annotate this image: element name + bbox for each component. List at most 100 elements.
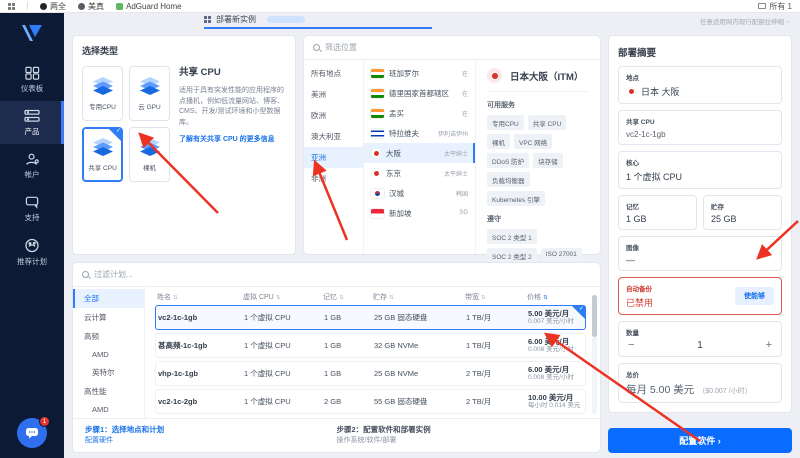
plan-cpu: 1 个虚拟 CPU — [244, 369, 291, 378]
sidebar-item-products[interactable]: 产品 — [0, 101, 64, 144]
city-region-code: 伊利诺伊州 — [437, 131, 468, 138]
configure-software-button[interactable]: 配置软件 › — [608, 428, 792, 453]
quantity-decrease-button[interactable]: − — [628, 340, 634, 351]
choose-type-panel: 选择类型 专用CPU 云 GPU 共享 CPU ✓ 裸机 共享 CPU 适用于具… — [72, 35, 296, 255]
city-item[interactable]: 班加罗尔 在 — [364, 63, 475, 83]
city-item[interactable]: 东京 太平绅士 — [364, 163, 475, 183]
region-item[interactable]: 美洲 — [304, 84, 363, 105]
step-1: 步骤1：选择地点和计划 配置硬件 — [85, 424, 337, 446]
bookmark-item[interactable]: 两全 — [40, 1, 66, 12]
service-tag: 块存储 — [533, 153, 563, 168]
scrollbar-thumb[interactable] — [592, 295, 597, 337]
plan-cpu: 1 个虚拟 CPU — [244, 397, 291, 406]
plan-filter-item[interactable]: 高性能 — [73, 382, 144, 401]
server-stack-icon — [92, 137, 113, 156]
server-stack-icon — [139, 137, 160, 156]
city-name: 班加罗尔 — [389, 68, 419, 78]
plan-row[interactable]: vc2-1c-1gb 1 个虚拟 CPU 1 GB 25 GB 固态硬盘 1 T… — [155, 305, 586, 330]
service-tag: 负载均衡器 — [487, 172, 530, 187]
type-tile-grid: 专用CPU 云 GPU 共享 CPU ✓ 裸机 — [82, 66, 170, 182]
quantity-increase-button[interactable]: + — [766, 340, 772, 351]
summary-image-value: — — [626, 255, 635, 265]
plan-row[interactable]: vhp-1c-1gb 1 个虚拟 CPU 1 GB 25 GB NVMe 2 T… — [155, 361, 586, 386]
region-item[interactable]: 亚洲 — [304, 147, 363, 168]
search-icon — [82, 271, 89, 278]
sidebar-item-label: 帐户 — [24, 170, 40, 179]
plan-search-input[interactable]: 过滤计划... — [73, 263, 600, 287]
header-note: 任意适用网内现行配额拉伸缩 ~ — [699, 19, 790, 26]
step-2-subtitle: 操作系统/软件/部署 — [336, 436, 397, 444]
plan-filter-item[interactable]: AMD — [73, 401, 144, 418]
step-1-subtitle: 配置硬件 — [85, 436, 113, 444]
summary-memory: 记忆 1 GB — [618, 195, 697, 230]
summary-title: 部署摘要 — [618, 48, 657, 59]
plan-price: 6.00 美元/月 0.008 美元/小时 — [528, 365, 583, 383]
total-hourly: （$0.007 /小时） — [698, 388, 752, 395]
plan-filter-item[interactable]: 全部 — [73, 289, 144, 308]
city-name: 特拉维夫 — [389, 128, 419, 138]
apps-grid-icon[interactable] — [8, 2, 15, 10]
summary-location: 地点 日本 大阪 — [618, 66, 782, 104]
tab-deploy-new-instance[interactable]: 部署新实例 — [204, 13, 432, 29]
column-header-name[interactable]: 姓名 ⇅ — [157, 292, 243, 302]
plan-row[interactable]: 甚高频-1c-1gb 1 个虚拟 CPU 1 GB 32 GB NVMe 1 T… — [155, 333, 586, 358]
plan-memory: 1 GB — [324, 313, 342, 322]
all-bookmarks-button[interactable]: 所有 1 — [758, 1, 792, 12]
server-type-tile[interactable]: 裸机 — [129, 127, 170, 182]
summary-cores-label: 核心 — [626, 160, 639, 167]
summary-cores: 核心 1 个虚拟 CPU — [618, 151, 782, 189]
sidebar-item-referral[interactable]: 推荐计划 — [0, 230, 64, 274]
plan-cpu: 1 个虚拟 CPU — [244, 313, 291, 322]
server-type-tile[interactable]: 云 GPU — [129, 66, 170, 121]
service-tag: VPC 网络 — [514, 134, 553, 149]
city-item[interactable]: 特拉维夫 伊利诺伊州 — [364, 123, 475, 143]
type-tile-label: 专用CPU — [89, 103, 116, 111]
column-header-cpu[interactable]: 虚拟 CPU ⇅ — [243, 292, 323, 302]
server-type-tile[interactable]: 专用CPU — [82, 66, 123, 121]
sidebar-item-label: 仪表板 — [20, 84, 44, 93]
plan-price-monthly: 10.00 美元/月 — [528, 392, 574, 402]
tab-badge — [267, 16, 305, 23]
city-item[interactable]: 汉城 韩国 — [364, 183, 475, 203]
region-item[interactable]: 澳大利亚 — [304, 126, 363, 147]
column-header-price[interactable]: 价格 ⇅ — [527, 292, 584, 302]
plan-filter-item[interactable]: AMD — [73, 346, 144, 363]
enable-backups-button[interactable]: 使能够 — [735, 287, 774, 305]
sidebar-item-dashboard[interactable]: 仪表板 — [0, 58, 64, 101]
city-item[interactable]: 孟买 在 — [364, 103, 475, 123]
sort-icon: ⇅ — [339, 295, 344, 301]
summary-plan: 共享 CPU vc2-1c-1gb — [618, 110, 782, 145]
region-item[interactable]: 所有地点 — [304, 63, 363, 84]
vultr-logo[interactable] — [19, 22, 45, 48]
table-scrollbar[interactable] — [592, 295, 597, 414]
region-item[interactable]: 非洲 — [304, 168, 363, 189]
region-label: 欧洲 — [311, 111, 326, 120]
city-item[interactable]: 德里国家首都辖区 在 — [364, 83, 475, 103]
bookmark-item[interactable]: 美真 — [78, 1, 104, 12]
country-flag-icon — [371, 128, 384, 138]
sidebar-item-account[interactable]: 帐户 — [0, 144, 64, 187]
summary-cores-value: 1 个虚拟 CPU — [626, 172, 683, 182]
plan-storage: 25 GB 固态硬盘 — [374, 313, 428, 322]
plan-price-monthly: 6.00 美元/月 — [528, 336, 570, 346]
region-item[interactable]: 欧洲 — [304, 105, 363, 126]
city-item[interactable]: 大阪 太平绅士 — [364, 143, 475, 163]
chat-widget-button[interactable]: 1 — [17, 416, 50, 448]
summary-plan-value: vc2-1c-1gb — [626, 130, 666, 139]
column-header-memory[interactable]: 记忆 ⇅ — [323, 292, 373, 302]
column-header-bandwidth[interactable]: 带宽 ⇅ — [465, 292, 527, 302]
plan-filter-item[interactable]: 云计算 — [73, 308, 144, 327]
plan-filter-item[interactable]: 高频 — [73, 327, 144, 346]
location-search-input[interactable]: 筛选位置 — [304, 36, 600, 60]
learn-more-link[interactable]: 了解有关共享 CPU 的更多信息 — [179, 135, 286, 146]
plan-row[interactable]: vc2-1c-2gb 1 个虚拟 CPU 2 GB 55 GB 固态硬盘 2 T… — [155, 389, 586, 414]
plan-filter-item[interactable]: 英特尔 — [73, 363, 144, 382]
plan-bandwidth: 1 TB/月 — [466, 341, 492, 350]
server-type-tile[interactable]: 共享 CPU — [82, 127, 123, 182]
plan-filter-label: 英特尔 — [92, 368, 115, 377]
sidebar-item-support[interactable]: 支持 — [0, 187, 64, 230]
city-item[interactable]: 新加坡 SG — [364, 203, 475, 223]
column-header-storage[interactable]: 贮存 ⇅ — [373, 292, 465, 302]
bookmark-item[interactable]: AdGuard Home — [116, 2, 182, 11]
city-region-code: 韩国 — [455, 191, 468, 198]
